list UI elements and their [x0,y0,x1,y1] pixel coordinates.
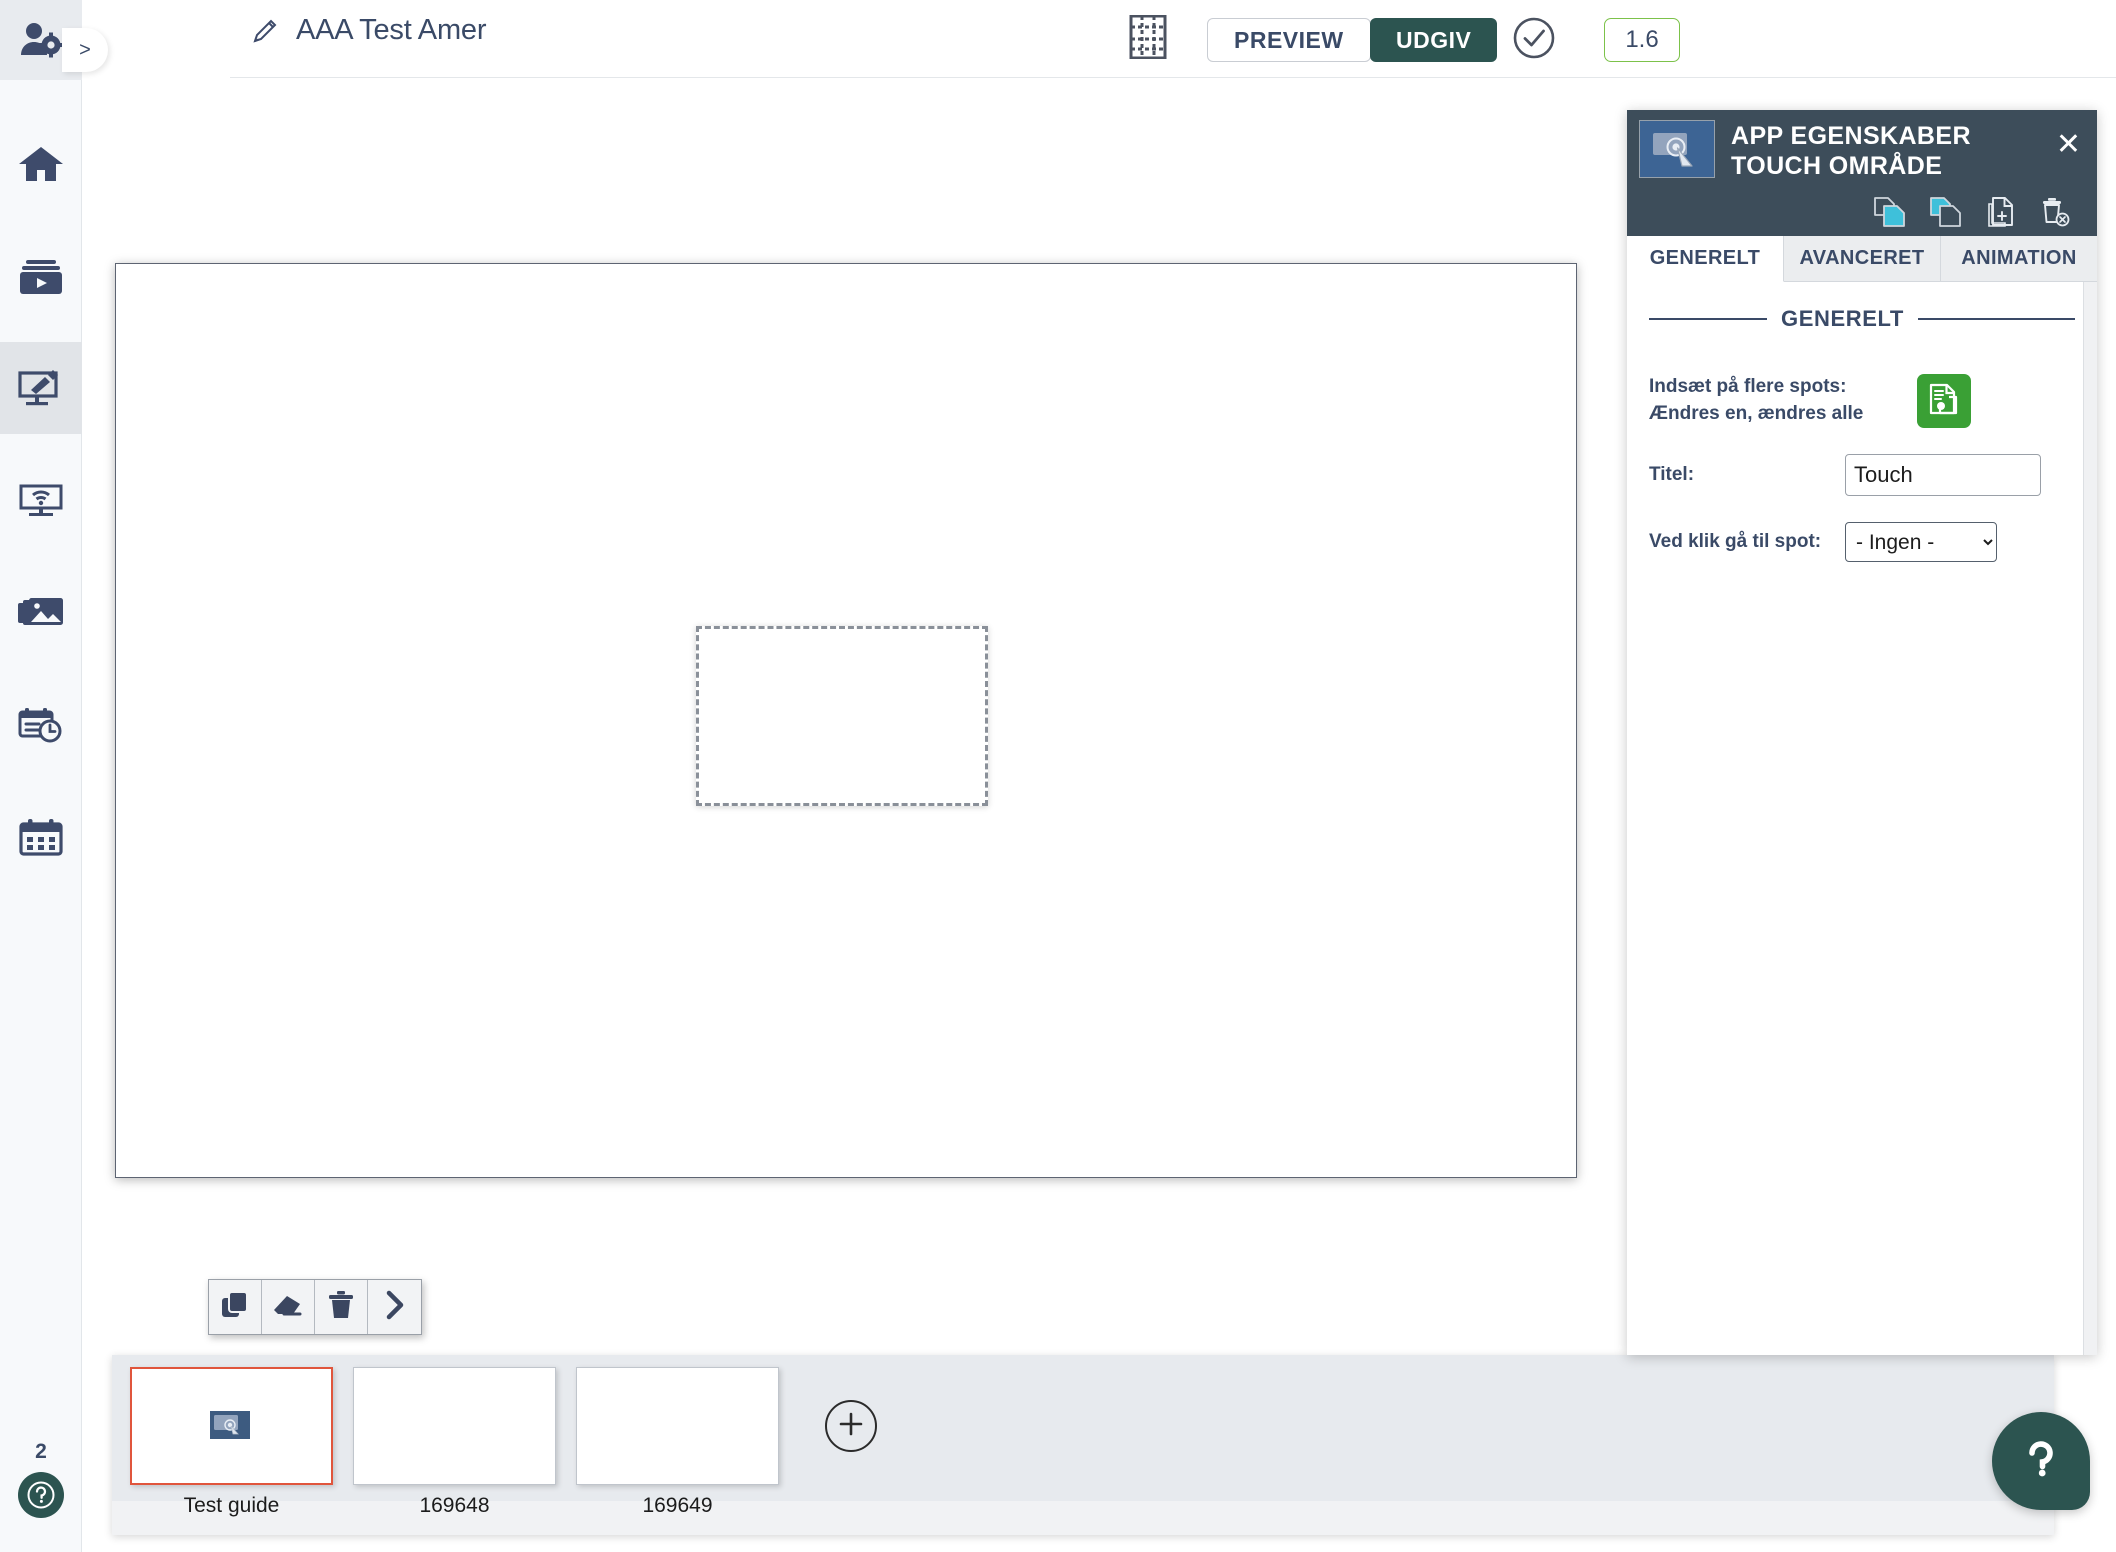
help-floating-button[interactable] [1992,1412,2090,1510]
tab-animation[interactable]: ANIMATION [1941,236,2097,281]
duplicate-slide-button[interactable] [209,1280,262,1334]
pencil-icon[interactable] [250,16,280,46]
sidebar-item-gallery[interactable] [0,566,82,658]
section-rule-right [1917,318,2075,320]
multi-spot-label: Indsæt på flere spots: Ændres en, ændres… [1649,374,1871,428]
multi-spot-label-line1: Indsæt på flere spots: [1649,376,1847,397]
eraser-icon [272,1291,304,1324]
multi-spot-label-line2: Ændres en, ændres alle [1649,402,1864,424]
sidebar-item-screens[interactable] [0,455,82,547]
section-rule-left [1649,318,1767,320]
sidebar-item-schedule[interactable] [0,679,82,771]
question-mark-icon [27,1481,55,1509]
delete-slide-button[interactable] [315,1280,368,1334]
tab-avanceret[interactable]: AVANCERET [1784,236,1941,281]
calendar-icon [19,818,63,858]
properties-panel-toolbar [1627,188,2097,236]
properties-title-line1: APP EGENSKABER [1731,122,1971,150]
touch-screen-icon [1639,120,1715,178]
properties-title-line2: TOUCH OMRÅDE [1731,151,1943,180]
sidebar-item-editor[interactable] [0,342,82,434]
duplicate-icon [220,1290,250,1325]
check-circle-icon [1512,16,1556,65]
slide-mini-toolbar [208,1279,422,1335]
properties-panel-header: APP EGENSKABER TOUCH OMRÅDE ✕ [1627,110,2097,188]
grid-icon [1128,14,1168,64]
left-sidebar: 2 [0,0,82,1552]
add-page-icon[interactable] [1985,196,2017,228]
preview-button[interactable]: PREVIEW [1207,18,1371,62]
list-item[interactable]: 169649 [576,1367,779,1518]
section-title: GENERELT [1781,306,1904,331]
schedule-clock-icon [17,706,65,744]
thumbnail-list: Test guide 169648 169649 [130,1367,877,1518]
goto-spot-select[interactable]: - Ingen - [1845,522,1997,562]
thumbnail-preview[interactable] [353,1367,556,1485]
sidebar-item-media[interactable] [0,231,82,323]
screen-edit-icon [17,368,65,408]
sidebar-expand-button[interactable]: > [62,28,108,72]
goto-spot-label: Ved klik gå til spot: [1649,530,1822,552]
trash-icon [327,1290,355,1325]
goto-spot-row: Ved klik gå til spot: - Ingen - [1649,522,2075,562]
multi-spot-button[interactable] [1917,374,1971,428]
add-slide-button[interactable] [825,1400,877,1452]
touch-area-selection[interactable] [696,626,988,806]
close-icon[interactable]: ✕ [2056,130,2081,160]
title-field-row: Titel: [1649,454,2075,496]
section-header: GENERELT [1649,306,2075,332]
touch-screen-icon [210,1411,250,1439]
slide-canvas[interactable] [115,263,1577,1178]
title-field-label: Titel: [1649,463,1695,485]
list-item[interactable]: Test guide [130,1367,333,1518]
thumbnail-preview[interactable] [576,1367,779,1485]
delete-page-icon[interactable] [2039,196,2071,228]
media-play-icon [18,258,64,296]
clear-slide-button[interactable] [262,1280,315,1334]
tab-generelt[interactable]: GENERELT [1627,236,1784,282]
document-title-group[interactable]: AAA Test Amer [250,14,486,47]
list-item[interactable]: 169648 [353,1367,556,1518]
sidebar-item-calendar[interactable] [0,792,82,884]
sidebar-item-home[interactable] [0,118,82,210]
sidebar-help-button[interactable] [18,1472,64,1518]
validate-button[interactable] [1510,16,1558,64]
properties-panel-title: APP EGENSKABER TOUCH OMRÅDE [1731,122,1971,181]
thumbnail-preview[interactable] [130,1367,333,1485]
panel-scrollbar[interactable] [2083,282,2097,1355]
thumbnail-strip: Test guide 169648 169649 [112,1355,2054,1535]
plus-circle-icon [837,1410,865,1443]
thumbnail-label: 169648 [419,1494,490,1517]
copy-icon[interactable] [1873,196,1907,228]
thumbnail-label: Test guide [183,1494,280,1517]
page-number: 2 [35,1440,47,1463]
page-title: AAA Test Amer [296,14,487,46]
title-input[interactable] [1845,454,2041,496]
user-gear-icon [19,21,63,59]
home-icon [18,144,64,184]
top-toolbar: AAA Test Amer PREVIEW UDGIV 1.6 [82,0,2116,78]
properties-panel: APP EGENSKABER TOUCH OMRÅDE ✕ GENERELT A… [1627,110,2097,1355]
publish-button[interactable]: UDGIV [1370,18,1498,62]
properties-panel-body: GENERELT Indsæt på flere spots: Ændres e… [1627,282,2097,1355]
question-mark-icon [2016,1434,2066,1489]
version-badge[interactable]: 1.6 [1604,18,1680,62]
properties-panel-tabs: GENERELT AVANCERET ANIMATION [1627,236,2097,282]
grid-toggle-button[interactable] [1125,14,1171,64]
next-slide-button[interactable] [368,1280,421,1334]
toolbar-divider [230,77,2116,78]
app-root: 2 > AAA Test Amer PREVIEW UDGIV 1.6 Test… [0,0,2116,1552]
multi-spot-row: Indsæt på flere spots: Ændres en, ændres… [1649,374,2075,428]
thumbnail-label: 169649 [642,1494,713,1517]
chevron-right-icon [383,1290,407,1325]
multi-document-icon [1927,382,1961,421]
paste-icon[interactable] [1929,196,1963,228]
images-icon [17,594,65,630]
screen-wifi-icon [17,482,65,520]
